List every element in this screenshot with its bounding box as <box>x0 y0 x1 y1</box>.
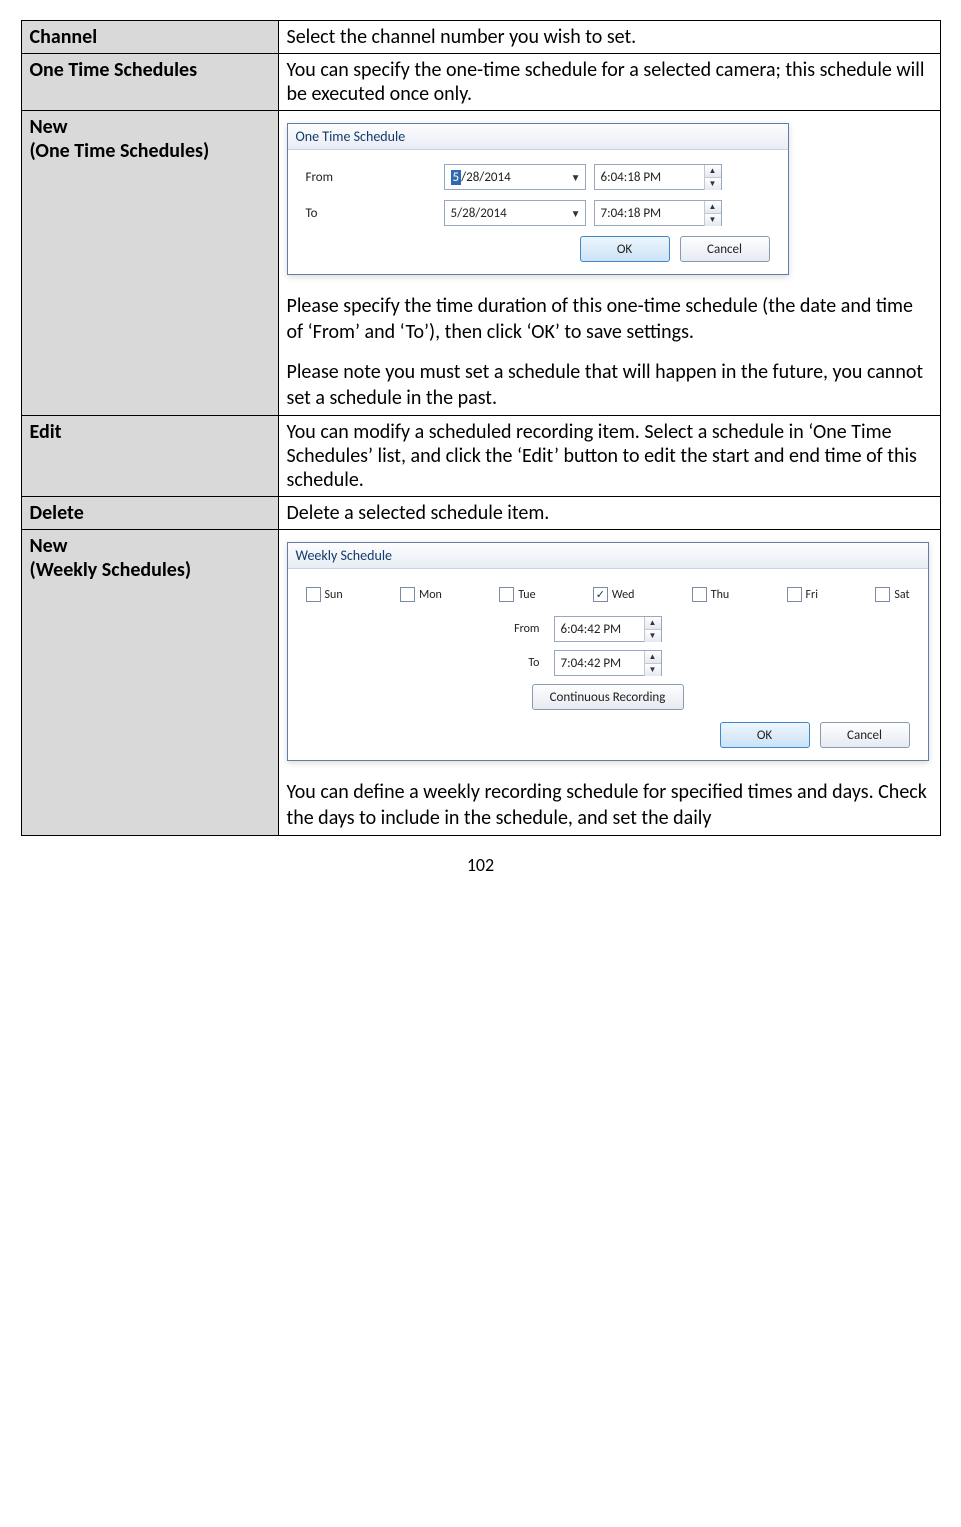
row-new-onetime-label-2: (One Time Schedules) <box>30 139 210 163</box>
spinner-down-icon[interactable]: ▼ <box>705 214 721 226</box>
weekly-dialog: Weekly Schedule Sun Mon Tue ✓ Wed Thu Fri… <box>287 542 929 761</box>
day-tue-label: Tue <box>518 588 535 602</box>
checkbox-icon[interactable] <box>306 587 321 602</box>
continuous-recording-button[interactable]: Continuous Recording <box>532 684 684 710</box>
onetime-from-date-selected: 5 <box>451 170 462 185</box>
weekly-days-row: Sun Mon Tue ✓ Wed Thu Fri Sat <box>306 587 910 602</box>
day-fri[interactable]: Fri <box>787 587 818 602</box>
row-delete-desc: Delete a selected schedule item. <box>278 497 940 530</box>
onetime-from-label: From <box>306 170 436 185</box>
day-tue[interactable]: Tue <box>499 587 535 602</box>
spinner-up-icon[interactable]: ▲ <box>645 651 661 664</box>
onetime-dialog-title: One Time Schedule <box>288 124 788 150</box>
day-thu[interactable]: Thu <box>692 587 729 602</box>
checkbox-icon[interactable] <box>400 587 415 602</box>
row-delete-label: Delete <box>21 497 278 530</box>
weekly-dialog-title: Weekly Schedule <box>288 543 928 569</box>
spinner-down-icon[interactable]: ▼ <box>705 178 721 190</box>
spinner-up-icon[interactable]: ▲ <box>705 201 721 214</box>
spinner-down-icon[interactable]: ▼ <box>645 664 661 676</box>
row-channel-label: Channel <box>21 21 278 54</box>
day-sat[interactable]: Sat <box>875 587 909 602</box>
new-onetime-para1: Please specify the time duration of this… <box>287 293 932 345</box>
row-new-onetime-label-1: New <box>30 115 68 139</box>
ok-button[interactable]: OK <box>720 722 810 748</box>
day-thu-label: Thu <box>711 588 729 602</box>
row-new-weekly-label-2: (Weekly Schedules) <box>30 558 192 582</box>
row-new-onetime-label: New (One Time Schedules) <box>21 111 278 416</box>
day-sun[interactable]: Sun <box>306 587 343 602</box>
onetime-to-date[interactable]: 5/28/2014 ▼ <box>444 200 586 226</box>
weekly-from-time-value: 6:04:42 PM <box>561 622 622 637</box>
spinner-up-icon[interactable]: ▲ <box>705 165 721 178</box>
onetime-dialog: One Time Schedule From 5/28/2014 ▼ <box>287 123 789 275</box>
checkbox-icon[interactable] <box>692 587 707 602</box>
row-new-weekly-label-1: New <box>30 534 68 558</box>
day-mon-label: Mon <box>419 588 442 602</box>
weekly-from-label: From <box>360 622 540 636</box>
new-weekly-para1: You can define a weekly recording schedu… <box>287 779 932 831</box>
chevron-down-icon: ▼ <box>571 171 581 184</box>
day-sat-label: Sat <box>894 588 909 602</box>
onetime-to-time-value: 7:04:18 PM <box>601 206 662 221</box>
onetime-to-label: To <box>306 206 436 221</box>
row-edit-label: Edit <box>21 416 278 497</box>
spinner-icon[interactable]: ▲▼ <box>704 165 721 190</box>
onetime-to-time[interactable]: 7:04:18 PM ▲▼ <box>594 200 722 226</box>
onetime-from-date-rest: /28/2014 <box>461 170 511 185</box>
checkbox-icon[interactable] <box>499 587 514 602</box>
row-new-onetime-content: One Time Schedule From 5/28/2014 ▼ <box>278 111 940 416</box>
onetime-to-date-value: 5/28/2014 <box>451 206 507 221</box>
spinner-icon[interactable]: ▲▼ <box>644 617 661 642</box>
day-wed[interactable]: ✓ Wed <box>593 587 635 602</box>
spinner-icon[interactable]: ▲▼ <box>704 201 721 226</box>
chevron-down-icon: ▼ <box>571 207 581 220</box>
checkbox-checked-icon[interactable]: ✓ <box>593 587 608 602</box>
spinner-up-icon[interactable]: ▲ <box>645 617 661 630</box>
row-onetime-label: One Time Schedules <box>21 54 278 111</box>
onetime-from-date[interactable]: 5/28/2014 ▼ <box>444 164 586 190</box>
row-channel-desc: Select the channel number you wish to se… <box>278 21 940 54</box>
row-edit-desc: You can modify a scheduled recording ite… <box>278 416 940 497</box>
definitions-table: Channel Select the channel number you wi… <box>21 20 941 836</box>
page-number: 102 <box>21 854 941 876</box>
onetime-from-time-value: 6:04:18 PM <box>601 170 662 185</box>
cancel-button[interactable]: Cancel <box>820 722 910 748</box>
day-mon[interactable]: Mon <box>400 587 442 602</box>
weekly-to-time[interactable]: 7:04:42 PM ▲▼ <box>554 650 662 676</box>
weekly-to-time-value: 7:04:42 PM <box>561 656 622 671</box>
row-onetime-desc: You can specify the one-time schedule fo… <box>278 54 940 111</box>
cancel-button[interactable]: Cancel <box>680 236 770 262</box>
weekly-from-time[interactable]: 6:04:42 PM ▲▼ <box>554 616 662 642</box>
checkbox-icon[interactable] <box>875 587 890 602</box>
new-onetime-para2: Please note you must set a schedule that… <box>287 359 932 411</box>
row-new-weekly-label: New (Weekly Schedules) <box>21 530 278 836</box>
row-new-weekly-content: Weekly Schedule Sun Mon Tue ✓ Wed Thu Fri… <box>278 530 940 836</box>
spinner-icon[interactable]: ▲▼ <box>644 651 661 676</box>
onetime-from-time[interactable]: 6:04:18 PM ▲▼ <box>594 164 722 190</box>
ok-button[interactable]: OK <box>580 236 670 262</box>
spinner-down-icon[interactable]: ▼ <box>645 630 661 642</box>
day-wed-label: Wed <box>612 588 635 602</box>
day-fri-label: Fri <box>806 588 818 602</box>
checkbox-icon[interactable] <box>787 587 802 602</box>
weekly-to-label: To <box>360 656 540 670</box>
day-sun-label: Sun <box>325 588 343 602</box>
